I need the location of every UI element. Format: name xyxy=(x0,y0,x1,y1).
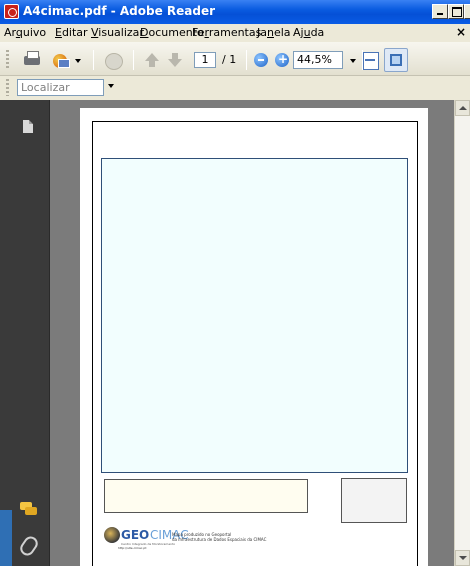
full-screen-button[interactable] xyxy=(384,48,408,72)
adobe-reader-icon xyxy=(4,4,19,19)
zoom-in-icon[interactable] xyxy=(272,50,292,70)
fit-page-icon[interactable] xyxy=(360,50,380,70)
scale-box xyxy=(341,478,407,523)
menu-janela[interactable]: Janela xyxy=(257,26,291,39)
email-icon[interactable] xyxy=(51,50,71,70)
find-toolbar: Localizar xyxy=(0,76,470,100)
toolbar-separator xyxy=(246,50,247,70)
vertical-scrollbar[interactable] xyxy=(454,100,470,566)
full-screen-icon xyxy=(390,54,402,66)
zoom-level-field[interactable]: 44,5% xyxy=(293,51,343,69)
footer-link: http://site.cimac.pt xyxy=(118,546,147,550)
minimize-button[interactable] xyxy=(432,4,448,19)
navigation-panel xyxy=(0,100,50,566)
scroll-up-icon[interactable] xyxy=(455,100,470,116)
previous-page-icon[interactable] xyxy=(142,50,162,70)
attachment-icon[interactable] xyxy=(17,533,41,559)
find-dropdown-icon[interactable] xyxy=(108,84,114,88)
findbar-grip[interactable] xyxy=(6,79,9,96)
menu-arquivo[interactable]: Arquivo xyxy=(4,26,46,39)
menu-ajuda[interactable]: Ajuda xyxy=(293,26,324,39)
window-title: A4cimac.pdf - Adobe Reader xyxy=(23,4,216,18)
close-document-icon[interactable]: × xyxy=(456,25,466,39)
toolbar-grip[interactable] xyxy=(6,50,9,70)
toolbar-separator xyxy=(93,50,94,70)
maximize-button[interactable] xyxy=(448,4,464,19)
zoom-dropdown-icon[interactable] xyxy=(350,59,356,63)
collaborate-icon[interactable] xyxy=(103,50,123,70)
geocimac-logo-icon xyxy=(104,527,120,543)
next-page-icon[interactable] xyxy=(165,50,185,70)
pages-icon[interactable] xyxy=(23,120,33,133)
comments-icon[interactable] xyxy=(20,502,38,516)
menu-visualizar[interactable]: Visualizar xyxy=(91,26,144,39)
menu-bar: Arquivo Editar Visualizar Documento Ferr… xyxy=(0,24,470,42)
logo-text-geo: GEO xyxy=(121,528,150,542)
map-frame xyxy=(101,158,408,473)
page-number-input[interactable]: 1 xyxy=(194,52,216,68)
side-tab xyxy=(0,510,12,566)
close-button[interactable] xyxy=(464,4,470,19)
toolbar: 1 / 1 44,5% xyxy=(0,42,470,76)
scroll-down-icon[interactable] xyxy=(455,550,470,566)
print-icon[interactable] xyxy=(22,50,42,70)
toolbar-separator xyxy=(133,50,134,70)
footer-line-2: da Infraestrutura de Dados Espaciais da … xyxy=(172,537,267,542)
zoom-out-icon[interactable] xyxy=(251,50,271,70)
zoom-level-value: 44,5% xyxy=(297,53,332,66)
menu-ferramentas[interactable]: Ferramentas xyxy=(192,26,261,39)
legend-box xyxy=(104,479,308,513)
find-input[interactable]: Localizar xyxy=(17,79,104,96)
footer-credits: Mapa produzido no Geoportal da Infraestr… xyxy=(172,532,282,542)
page-total: / 1 xyxy=(222,53,237,66)
title-bar: A4cimac.pdf - Adobe Reader xyxy=(0,0,470,24)
menu-editar[interactable]: Editar xyxy=(55,26,88,39)
email-dropdown-icon[interactable] xyxy=(75,59,81,63)
find-placeholder: Localizar xyxy=(21,81,70,94)
